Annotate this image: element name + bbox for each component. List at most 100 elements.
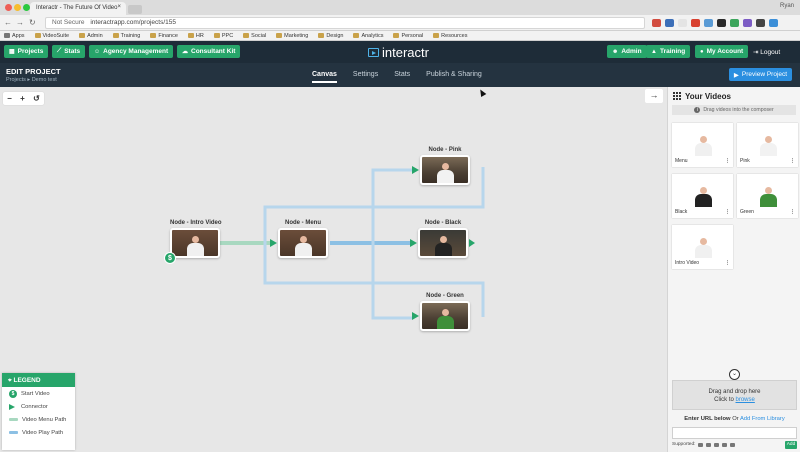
browse-link[interactable]: browse [736,397,755,403]
preview-project-button[interactable]: ▶ Preview Project [729,68,792,81]
tab-publish-sharing[interactable]: Publish & Sharing [426,71,482,83]
video-thumbnail [172,230,218,256]
close-tab-icon[interactable]: × [117,4,121,10]
zoom-window-button[interactable] [23,4,30,11]
video-tile-black[interactable]: Black ⋮ [672,174,733,218]
agency-management-button[interactable]: ☺ Agency Management [89,45,174,58]
extension-icon[interactable] [743,19,752,27]
bookmark-item[interactable]: Training [112,33,140,39]
projects-button[interactable]: ▦ Projects [4,45,49,58]
consultant-kit-label: Consultant Kit [191,48,236,55]
bookmark-item[interactable]: HR [187,33,204,39]
bookmark-item[interactable]: Apps [4,33,25,39]
video-thumbnail [420,230,466,256]
minimize-window-button[interactable] [14,4,21,11]
legend-item-connector: Connector [2,400,75,413]
close-window-button[interactable] [5,4,12,11]
connector-icon[interactable] [270,239,277,247]
logout-button[interactable]: ⇥ Logout [753,48,780,56]
add-url-button[interactable]: Add [785,441,797,449]
extension-icon[interactable] [704,19,713,27]
bookmark-item[interactable]: Resources [433,33,467,39]
node-card[interactable] [412,301,470,331]
upload-dropzone[interactable]: Drag and drop here Click to browse [672,380,797,410]
video-tile-intro[interactable]: Intro Video ⋮ [672,225,733,269]
video-tile-pink[interactable]: Pink ⋮ [737,123,798,167]
browser-user-label[interactable]: Ryan [780,3,794,9]
node-title: Node - Pink [428,147,462,153]
add-from-library-link[interactable]: Add From Library [740,416,785,422]
node-card[interactable] [412,155,470,185]
node-card[interactable] [270,228,328,258]
more-options-icon[interactable]: ⋮ [790,158,795,164]
address-bar[interactable]: Not Secure interactrapp.com/projects/155 [45,17,645,29]
bookmark-item[interactable]: Admin [79,33,103,39]
node-pink[interactable]: Node - Pink [412,147,470,185]
node-card[interactable] [410,228,475,258]
bookmark-item[interactable]: Social [243,33,266,39]
folder-icon [433,33,440,38]
play-path-menu-to-green[interactable] [371,243,412,320]
extension-icon[interactable] [730,19,739,27]
chevron-down-icon[interactable]: ⌄ [729,369,740,380]
output-connector-icon[interactable] [469,239,475,247]
more-options-icon[interactable]: ⋮ [725,260,730,266]
folder-icon [353,33,360,38]
extension-icon[interactable] [665,19,674,27]
bookmark-label: PPC [221,32,234,39]
video-tile-menu[interactable]: Menu ⋮ [672,123,733,167]
video-tile-green[interactable]: Green ⋮ [737,174,798,218]
reload-icon[interactable]: ↻ [29,18,36,27]
node-title: Node - Menu [285,220,321,226]
node-green[interactable]: Node - Green [412,293,470,331]
extension-icon[interactable] [717,19,726,27]
node-intro-video[interactable]: Node - Intro Video $ [164,220,222,264]
more-options-icon[interactable]: ⋮ [725,158,730,164]
bookmark-item[interactable]: Analytics [353,33,383,39]
connector-icon[interactable] [412,312,419,320]
my-account-button[interactable]: ● My Account [695,45,749,58]
bookmark-item[interactable]: Design [318,33,343,39]
bookmark-item[interactable]: VideoSuite [34,33,69,39]
extension-icon[interactable] [652,19,661,27]
admin-button[interactable]: ☻ Admin [607,45,647,58]
folder-icon [79,33,86,38]
extension-icon[interactable] [691,19,700,27]
stats-button[interactable]: ⟋ Stats [52,45,86,58]
more-options-icon[interactable]: ⋮ [790,209,795,215]
more-options-icon[interactable]: ⋮ [725,209,730,215]
legend-item-play-path: Video Play Path [2,426,75,439]
bookmark-item[interactable]: Marketing [276,33,308,39]
interactr-logo[interactable]: interactr [368,45,429,60]
extension-icon[interactable] [756,19,765,27]
node-menu[interactable]: Node - Menu [270,220,328,258]
bookmark-item[interactable]: PPC [213,32,234,39]
bookmark-item[interactable]: Finance [150,33,178,39]
bookmark-label: Design [326,32,344,39]
connector-icon[interactable] [412,166,419,174]
tab-settings[interactable]: Settings [353,71,378,83]
new-tab-button[interactable] [128,5,142,14]
forward-icon[interactable]: → [16,18,24,27]
menu-path-swatch [9,418,18,421]
node-title: Node - Intro Video [170,220,222,226]
browser-tab[interactable]: Interactr - The Future Of Video × [30,2,126,15]
breadcrumb-projects[interactable]: Projects [6,77,26,83]
logout-icon: ⇥ [753,49,759,56]
tab-stats[interactable]: Stats [394,71,410,83]
tab-canvas[interactable]: Canvas [312,71,337,83]
training-button[interactable]: ▲ Training [646,45,691,58]
node-title: Node - Black [424,220,462,226]
back-icon[interactable]: ← [4,18,12,27]
consultant-kit-button[interactable]: ☁ Consultant Kit [177,45,241,58]
connector-icon[interactable] [410,239,417,247]
bookmark-item[interactable]: Personal [393,33,423,39]
node-card[interactable]: $ [164,228,220,264]
legend-header[interactable]: ⌖ LEGEND [2,373,75,387]
video-url-input[interactable] [672,427,797,439]
extension-icon[interactable] [769,19,778,27]
extension-icon[interactable] [678,19,687,27]
preview-project-label: Preview Project [741,71,788,78]
node-black[interactable]: Node - Black [410,220,475,258]
composer-canvas[interactable]: − + ↺ → Node - Intro Video $ Node - Menu [0,87,667,452]
